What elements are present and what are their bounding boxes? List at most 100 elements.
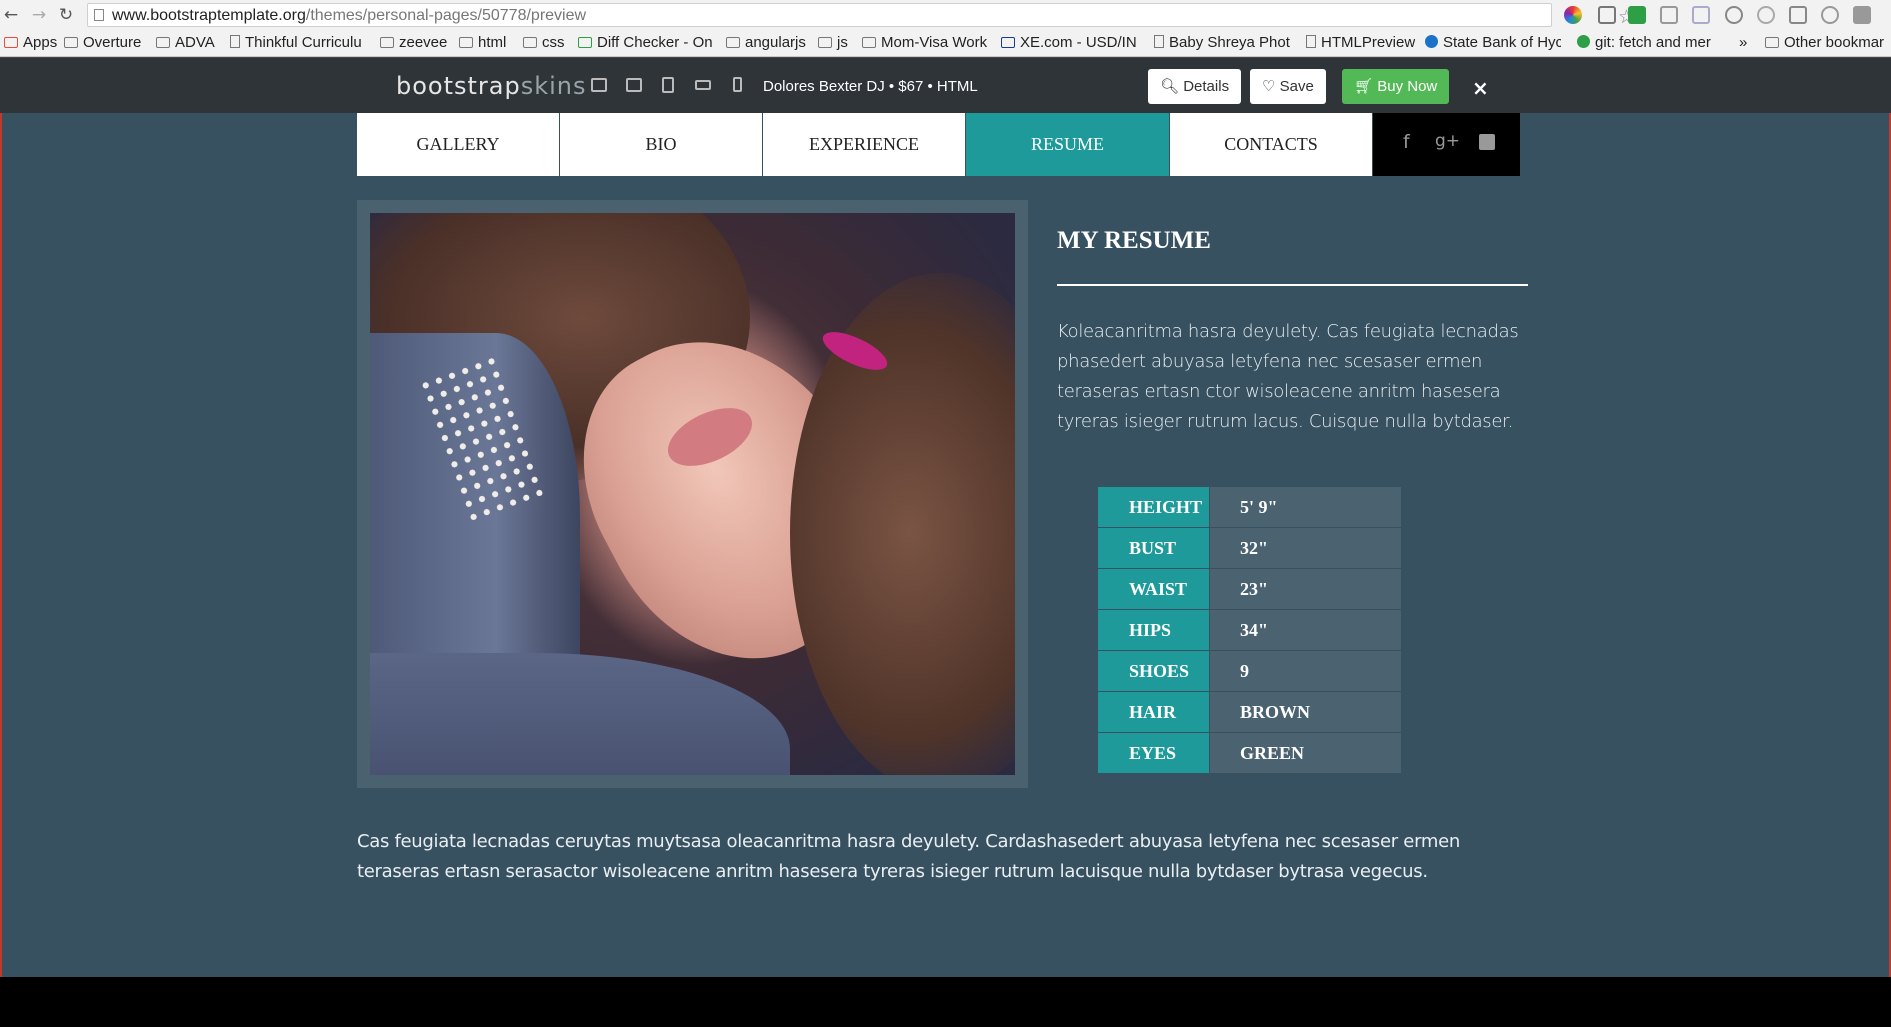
table-row: WAIST 23" [1098,569,1401,609]
folder-icon [523,37,537,48]
save-button[interactable]: ♡ Save [1250,69,1326,104]
stat-value: 34" [1210,610,1401,650]
template-title: Dolores Bexter DJ • $67 • HTML [763,78,978,95]
bookmark-zeevee[interactable]: zeevee [380,33,447,53]
nav-experience[interactable]: EXPERIENCE [763,113,966,176]
details-button[interactable]: 🔍︎ Details [1148,69,1242,104]
nav-bio[interactable]: BIO [560,113,763,176]
table-row: HIPS 34" [1098,610,1401,650]
stat-value: 5' 9" [1210,487,1401,527]
stat-value: BROWN [1210,692,1401,732]
profile-photo [370,213,1015,775]
table-row: EYES GREEN [1098,733,1401,773]
diffchecker-icon [578,37,592,48]
brand-logo[interactable]: bootstrapskins [396,72,587,100]
page-icon [1154,35,1164,48]
bookmark-css[interactable]: css [523,33,565,53]
stat-value: 23" [1210,569,1401,609]
back-icon[interactable]: ← [0,4,22,26]
menu-icon[interactable] [1853,6,1871,24]
laptop-view-icon[interactable] [626,78,642,92]
page-icon [230,35,240,48]
stat-label: EYES [1098,733,1209,773]
folder-icon [1765,37,1779,48]
bookmark-overture[interactable]: Overture [64,33,141,53]
address-bar[interactable]: www.bootstraptemplate.org/themes/persona… [87,3,1635,28]
bookmark-other[interactable]: Other bookmar [1765,33,1891,53]
heart-icon: ♡ [1262,78,1280,95]
url-text: www.bootstraptemplate.org/themes/persona… [112,7,587,24]
address-row: ← → ↻ www.bootstraptemplate.org/themes/p… [0,0,1891,30]
page-icon [94,9,104,21]
stat-label: WAIST [1098,569,1209,609]
forward-icon[interactable]: → [28,4,50,26]
nav-resume[interactable]: RESUME [966,113,1170,176]
folder-icon [64,37,78,48]
mobile-view-icon[interactable] [733,77,742,92]
google-plus-icon[interactable]: g+ [1435,131,1460,151]
folder-icon [726,37,740,48]
twitter-icon[interactable] [1479,134,1495,150]
resume-body-text: Cas feugiata lecnadas ceruytas muytsasa … [357,831,1460,882]
folder-icon [459,37,473,48]
bookmark-diff-checker[interactable]: Diff Checker - On [578,33,714,53]
folder-icon [818,37,832,48]
close-icon[interactable]: × [1472,76,1489,100]
bookmark-baby-shreya[interactable]: Baby Shreya Phot [1154,33,1290,53]
resume-title: MY RESUME [1057,227,1211,254]
stat-label: HAIR [1098,692,1209,732]
window-edge-left [0,113,2,977]
nav-gallery[interactable]: GALLERY [357,113,560,176]
bookmark-html[interactable]: html [459,33,506,53]
table-row: SHOES 9 [1098,651,1401,691]
bookmark-htmlpreview[interactable]: HTMLPreview [1306,33,1415,53]
page-icon [1306,35,1316,48]
extension-icon[interactable] [1821,6,1839,24]
bookmark-js[interactable]: js [818,33,848,53]
page-nav: GALLERY BIO EXPERIENCE RESUME CONTACTS f… [357,113,1520,176]
photo-shoulder [370,653,790,775]
color-picker-extension-icon[interactable] [1564,6,1582,24]
extension-icon[interactable] [1725,6,1743,24]
table-row: BUST 32" [1098,528,1401,568]
json-extension-icon[interactable] [1789,6,1807,24]
css-extension-icon[interactable] [1628,6,1646,24]
bookmark-mom-visa-work[interactable]: Mom-Visa Work [862,33,987,53]
buy-now-button[interactable]: 🛒︎ Buy Now [1342,69,1450,104]
bookmarks-bar: Apps Overture ADVA Thinkful Curriculu ze… [0,30,1891,56]
table-row: HEIGHT 5' 9" [1098,487,1401,527]
stat-label: HEIGHT [1098,487,1209,527]
nav-contacts[interactable]: CONTACTS [1170,113,1373,176]
bank-icon [1425,35,1438,48]
resume-intro: Koleacanritma hasra deyulety. Cas feugia… [1057,321,1519,432]
bookmark-xe[interactable]: XE.com - USD/INI [1001,33,1137,53]
cart-icon: 🛒︎ [1354,78,1378,95]
desktop-view-icon[interactable] [591,78,607,92]
bookmark-state-bank[interactable]: State Bank of Hyc [1425,33,1561,53]
git-icon [1577,35,1590,48]
tablet-portrait-icon[interactable] [662,77,674,93]
stat-value: 32" [1210,528,1401,568]
stat-label: BUST [1098,528,1209,568]
bookmark-thinkful[interactable]: Thinkful Curriculu [230,33,370,53]
facebook-icon[interactable]: f [1403,131,1410,153]
search-icon: 🔍︎ [1160,78,1184,95]
photo-hair [790,273,1015,775]
extension-icon[interactable] [1598,6,1616,24]
profile-photo-frame [357,200,1028,788]
stat-value: 9 [1210,651,1401,691]
stat-value: GREEN [1210,733,1401,773]
reload-icon[interactable]: ↻ [55,4,77,26]
bookmark-git-fetch[interactable]: git: fetch and mer [1577,33,1713,53]
extension-icon[interactable] [1660,6,1678,24]
extension-icon[interactable] [1757,6,1775,24]
bookmark-apps[interactable]: Apps [4,33,57,53]
divider [1057,284,1528,286]
bookmark-angularjs[interactable]: angularjs [726,33,806,53]
bookmarks-overflow-button[interactable]: » [1739,33,1747,53]
social-links: f g+ [1373,113,1520,176]
tablet-landscape-icon[interactable] [695,80,711,90]
bookmark-adva[interactable]: ADVA [156,33,215,53]
folder-icon [862,37,876,48]
extension-icon[interactable] [1692,6,1710,24]
